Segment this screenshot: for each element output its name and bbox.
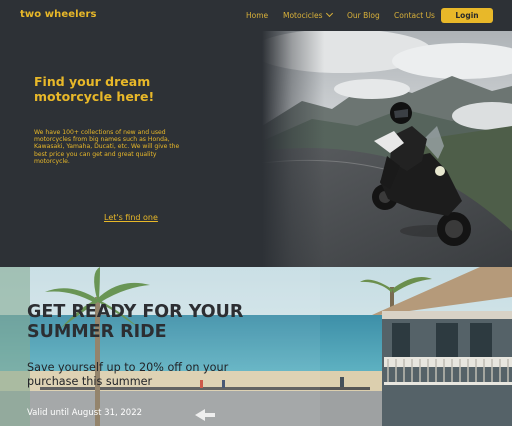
promo-subtitle: Save yourself up to 20% off on your purc…	[27, 361, 229, 388]
login-button[interactable]: Login	[441, 8, 493, 23]
nav-link-contact-us[interactable]: Contact Us	[394, 11, 435, 20]
nav-link-motocicles-label: Motocicles	[283, 11, 323, 20]
beach-background-image	[0, 267, 512, 426]
site-logo[interactable]: two wheelers	[20, 9, 97, 20]
hero-description: We have 100+ collections of new and used…	[34, 129, 180, 165]
nav-link-home[interactable]: Home	[246, 11, 268, 20]
promo-title: GET READY FOR YOUR SUMMER RIDE	[27, 302, 244, 342]
lets-find-one-link[interactable]: Let's find one	[104, 213, 158, 222]
nav-link-motocicles[interactable]: Motocicles	[283, 9, 333, 20]
chevron-down-icon	[325, 9, 333, 18]
summer-promo-section: GET READY FOR YOUR SUMMER RIDE Save your…	[0, 267, 512, 426]
promo-validity: Valid until August 31, 2022	[27, 408, 143, 418]
top-navbar: two wheelers Home Motocicles Our Blog Co…	[0, 0, 512, 31]
hero-motorcycle-image	[262, 31, 512, 267]
nav-link-our-blog[interactable]: Our Blog	[347, 11, 380, 20]
hero-title: Find your dream motorcycle here!	[34, 74, 155, 104]
hero-section: Find your dream motorcycle here! We have…	[0, 31, 512, 267]
